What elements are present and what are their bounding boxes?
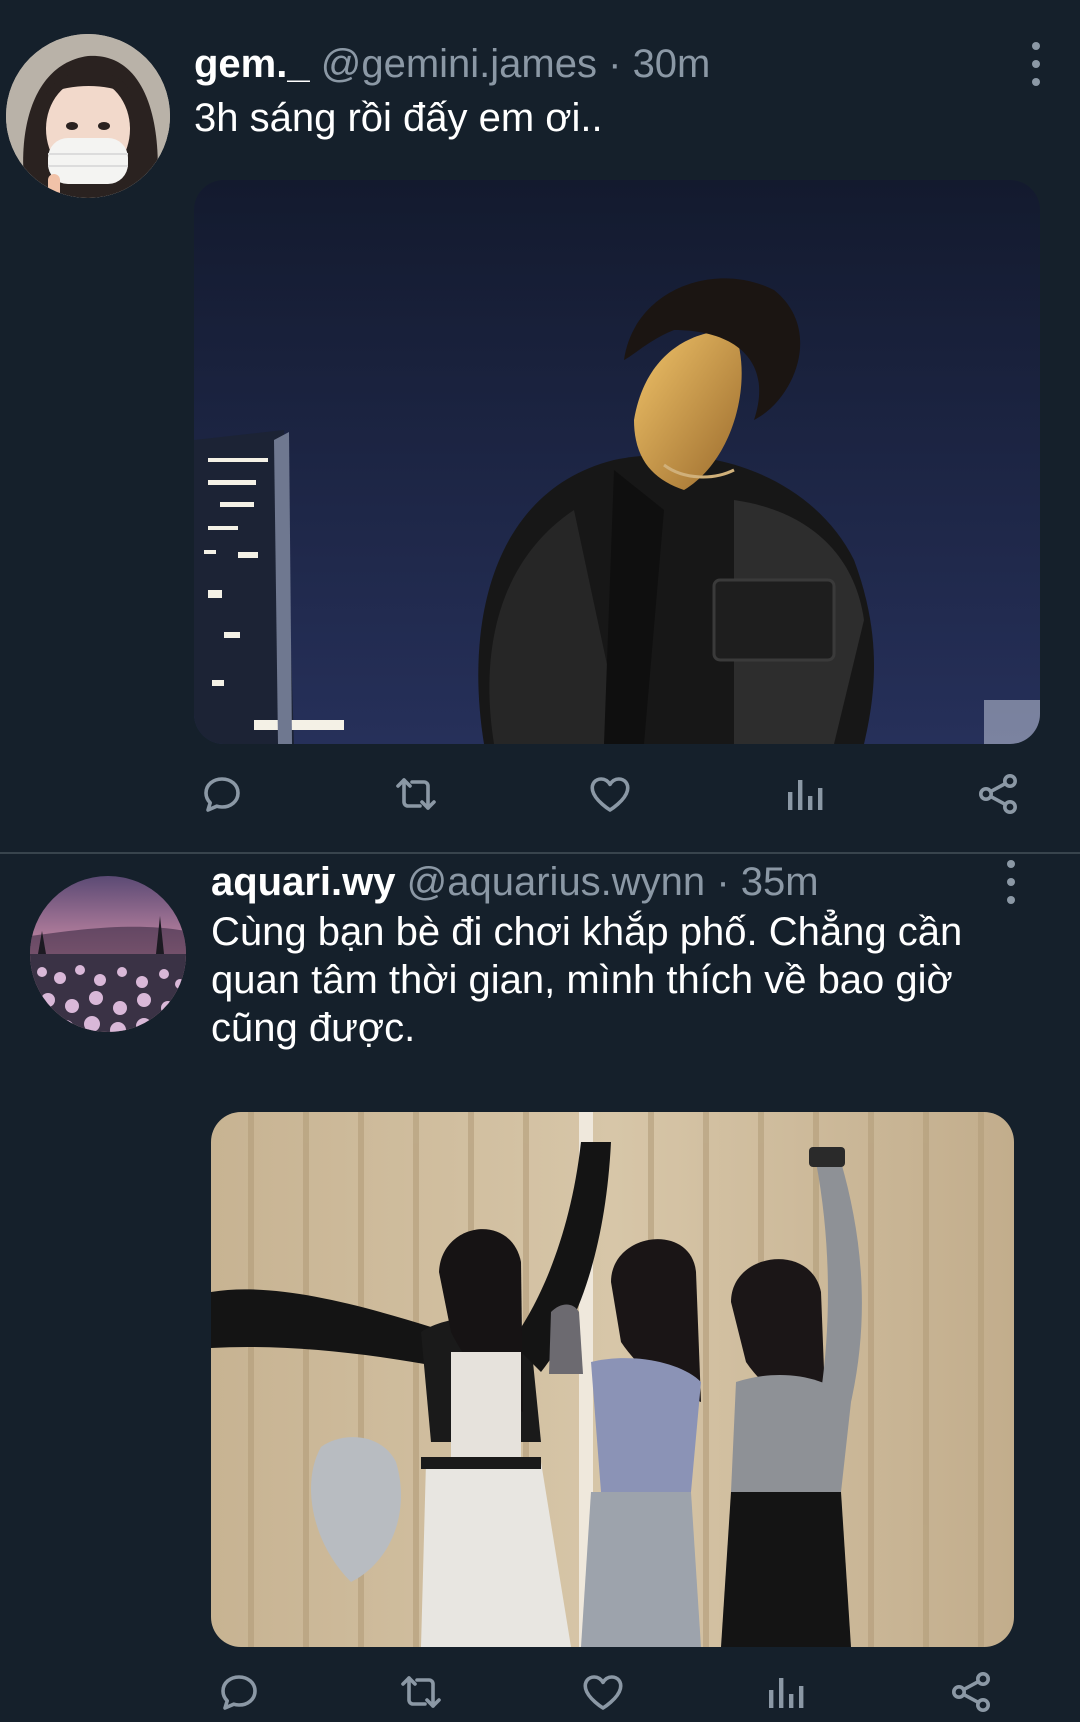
views-icon[interactable] bbox=[757, 1664, 813, 1720]
separator-dot: · bbox=[608, 42, 622, 86]
more-options-icon[interactable] bbox=[1026, 42, 1046, 86]
tweet[interactable]: aquari.wy @aquarius.wynn · 35m Cùng bạn … bbox=[0, 854, 1080, 1722]
user-handle[interactable]: @gemini.james bbox=[321, 42, 597, 86]
timestamp[interactable]: 30m bbox=[633, 42, 711, 86]
tweet-header: aquari.wy @aquarius.wynn · 35m bbox=[211, 858, 819, 906]
tweet-text: Cùng bạn bè đi chơi khắp phố. Chẳng cần … bbox=[211, 910, 963, 1050]
display-name[interactable]: gem._ bbox=[194, 42, 310, 86]
like-icon[interactable] bbox=[582, 766, 638, 822]
tweet-text: 3h sáng rồi đấy em ơi.. bbox=[194, 96, 603, 140]
user-avatar[interactable] bbox=[6, 34, 170, 198]
retweet-icon[interactable] bbox=[388, 766, 444, 822]
share-icon[interactable] bbox=[970, 766, 1026, 822]
retweet-icon[interactable] bbox=[393, 1664, 449, 1720]
tweet-header: gem._ @gemini.james · 30m bbox=[194, 40, 710, 88]
more-options-icon[interactable] bbox=[1001, 860, 1021, 904]
tweet-actions bbox=[194, 766, 1040, 822]
user-handle[interactable]: @aquarius.wynn bbox=[407, 860, 706, 904]
timestamp[interactable]: 35m bbox=[741, 860, 819, 904]
tweet-media[interactable] bbox=[194, 180, 1040, 744]
views-icon[interactable] bbox=[776, 766, 832, 822]
share-icon[interactable] bbox=[943, 1664, 999, 1720]
avatar-image bbox=[6, 34, 170, 198]
user-avatar[interactable] bbox=[30, 876, 186, 1032]
media-image bbox=[194, 180, 1040, 744]
media-image bbox=[211, 1112, 1014, 1647]
reply-icon[interactable] bbox=[211, 1664, 267, 1720]
reply-icon[interactable] bbox=[194, 766, 250, 822]
like-icon[interactable] bbox=[575, 1664, 631, 1720]
tweet[interactable]: gem._ @gemini.james · 30m 3h sáng rồi đấ… bbox=[0, 0, 1080, 852]
tweet-media[interactable] bbox=[211, 1112, 1014, 1647]
separator-dot: · bbox=[716, 860, 730, 904]
display-name[interactable]: aquari.wy bbox=[211, 860, 396, 904]
timeline-feed: gem._ @gemini.james · 30m 3h sáng rồi đấ… bbox=[0, 0, 1080, 1722]
avatar-image bbox=[30, 876, 186, 1032]
tweet-actions bbox=[211, 1664, 1014, 1720]
